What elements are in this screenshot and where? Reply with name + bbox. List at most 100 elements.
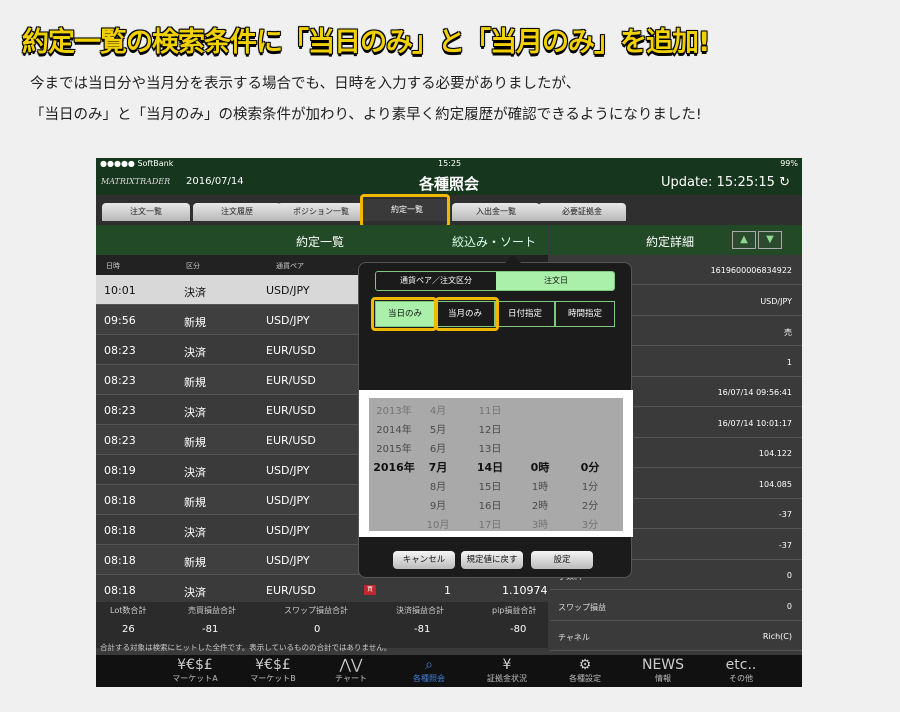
nav-icon: ¥ [502, 657, 512, 673]
tab-order-history[interactable]: 注文履歴 [193, 203, 281, 221]
picker-days-item[interactable]: 11日 [467, 402, 513, 417]
description-line-2: 「当日のみ」と「当月のみ」の検索条件が加わり、より素早く約定履歴が確認できるよう… [30, 107, 702, 123]
nav-label: 情報 [655, 674, 671, 683]
summary-lots: 26 [122, 624, 135, 635]
headline: 約定一覧の検索条件に「当日のみ」と「当月のみ」を追加! [22, 27, 710, 58]
nav-item-6[interactable]: NEWS 情報 [624, 655, 702, 687]
summary-swap: 0 [314, 624, 321, 635]
row-qty: 1 [444, 584, 451, 597]
detail-value: 104.122 [758, 449, 792, 458]
picker-days-item[interactable]: 17日 [467, 516, 513, 531]
summary-header-swap: スワップ損益合計 [284, 606, 348, 615]
picker-days-item[interactable]: 12日 [467, 421, 513, 436]
nav-label: マーケットB [250, 674, 296, 683]
tab-orders[interactable]: 注文一覧 [102, 203, 190, 221]
picker-years-item[interactable]: 2013年 [371, 402, 417, 417]
picker-years-item[interactable]: 2015年 [371, 440, 417, 455]
row-type: 新規 [184, 436, 206, 449]
filter-popup: 通貨ペア／注文区分 注文日 当日のみ 当月のみ 日付指定 時間指定 2013年 2… [358, 255, 633, 578]
set-button[interactable]: 設定 [531, 551, 593, 569]
nav-icon: ¥€$£ [177, 657, 213, 673]
detail-value: 1 [786, 357, 792, 367]
update-time[interactable]: Update: 15:25:15 ↻ [661, 175, 790, 190]
row-time: 08:18 [104, 494, 136, 507]
picker-months-item[interactable]: 9月 [415, 497, 461, 512]
cancel-button[interactable]: キャンセル [393, 551, 455, 569]
picker-mins-item[interactable]: 3分 [567, 516, 613, 531]
row-pair: USD/JPY [266, 524, 310, 537]
nav-item-2[interactable]: ⋀⋁ チャート [312, 655, 390, 687]
picker-months-item[interactable]: 5月 [415, 421, 461, 436]
down-arrow-icon[interactable]: ▼ [758, 231, 782, 249]
picker-mins-item[interactable]: 2分 [567, 497, 613, 512]
nav-item-5[interactable]: ⚙ 各種設定 [546, 655, 624, 687]
tab-deposits[interactable]: 入出金一覧 [452, 203, 540, 221]
detail-title: 約定詳細 [646, 235, 695, 249]
detail-value: 104.085 [758, 479, 792, 489]
summary-pip: -80 [510, 624, 527, 635]
picker-days-item[interactable]: 14日 [467, 459, 513, 475]
nav-label: マーケットA [172, 674, 218, 683]
date-picker[interactable]: 2013年 2014年 2015年 2016年 4月 5月 6月 7月 8月 9月 10月 11日 12… [359, 390, 633, 537]
row-time: 08:18 [104, 584, 136, 597]
top-bar: MATRIXTRADER 2016/07/14 各種照会 Update: 15:… [96, 170, 802, 195]
reset-default-button[interactable]: 規定値に戻す [461, 551, 523, 569]
date-specify-button[interactable]: 日付指定 [495, 301, 555, 327]
picker-hours-item[interactable]: 2時 [517, 497, 563, 512]
nav-item-1[interactable]: ¥€$£ マーケットB [234, 655, 312, 687]
up-arrow-icon[interactable]: ▲ [732, 231, 756, 249]
detail-header: 約定詳細 ▲ ▼ [550, 225, 802, 255]
picker-hours-item[interactable]: 3時 [517, 516, 563, 531]
picker-days-item[interactable]: 16日 [467, 497, 513, 512]
col-pair: 通貨ペア [276, 262, 304, 270]
nav-icon: ⋀⋁ [339, 657, 363, 673]
picker-years-item[interactable]: 2016年 [371, 459, 417, 475]
detail-value: 16/07/14 09:56:41 [717, 388, 792, 397]
filter-segment: 通貨ペア／注文区分 注文日 [375, 271, 615, 291]
nav-icon: ¥€$£ [255, 657, 291, 673]
nav-item-3[interactable]: ⌕ 各種照会 [390, 655, 468, 687]
nav-icon: NEWS [641, 657, 685, 673]
nav-item-4[interactable]: ¥ 証拠金状況 [468, 655, 546, 687]
picker-hours-item[interactable]: 1時 [517, 478, 563, 493]
picker-mins-item[interactable]: 0分 [567, 459, 613, 475]
nav-item-0[interactable]: ¥€$£ マーケットA [156, 655, 234, 687]
row-type: 決済 [184, 406, 206, 419]
time-specify-button[interactable]: 時間指定 [555, 301, 615, 327]
picker-days-item[interactable]: 13日 [467, 440, 513, 455]
detail-value: -37 [778, 510, 792, 519]
nav-label: 各種設定 [569, 674, 601, 683]
summary-settle: -81 [414, 624, 431, 635]
picker-months-item[interactable]: 4月 [415, 402, 461, 417]
filter-sort-button[interactable]: 絞込み・ソート [452, 233, 536, 250]
nav-item-7[interactable]: etc.. その他 [702, 655, 780, 687]
nav-label: その他 [729, 674, 753, 683]
row-time: 08:18 [104, 554, 136, 567]
picker-months-item[interactable]: 7月 [415, 459, 461, 475]
picker-wheels[interactable]: 2013年 2014年 2015年 2016年 4月 5月 6月 7月 8月 9月 10月 11日 12… [369, 398, 623, 531]
col-type: 区分 [186, 262, 200, 270]
tab-positions[interactable]: ポジション一覧 [277, 203, 365, 221]
row-time: 08:23 [104, 404, 136, 417]
picker-mins-item[interactable]: 1分 [567, 478, 613, 493]
row-time: 08:23 [104, 434, 136, 447]
nav-icon: etc.. [725, 657, 757, 673]
battery: 99% [780, 159, 798, 168]
picker-hours-item[interactable]: 0時 [517, 459, 563, 475]
row-pair: EUR/USD [266, 584, 316, 597]
seg-order-date[interactable]: 注文日 [496, 272, 614, 290]
row-pair: EUR/USD [266, 374, 316, 387]
app-screen: ●●●●● SoftBank 15:25 99% MATRIXTRADER 20… [96, 158, 802, 687]
picker-months-item[interactable]: 6月 [415, 440, 461, 455]
row-time: 09:56 [104, 314, 136, 327]
table-row[interactable]: 08:18 決済 EUR/USD 買 1 1.10974 [96, 575, 548, 605]
seg-pair-type[interactable]: 通貨ペア／注文区分 [376, 272, 496, 290]
detail-value: 16/07/14 10:01:17 [717, 418, 792, 428]
picker-years-item[interactable]: 2014年 [371, 421, 417, 436]
tab-margin[interactable]: 必要証拠金 [538, 203, 626, 221]
refresh-icon[interactable]: ↻ [779, 175, 790, 190]
detail-row: スワップ損益 0 [550, 591, 802, 621]
picker-months-item[interactable]: 10月 [415, 516, 461, 531]
picker-days-item[interactable]: 15日 [467, 478, 513, 493]
picker-months-item[interactable]: 8月 [415, 478, 461, 493]
